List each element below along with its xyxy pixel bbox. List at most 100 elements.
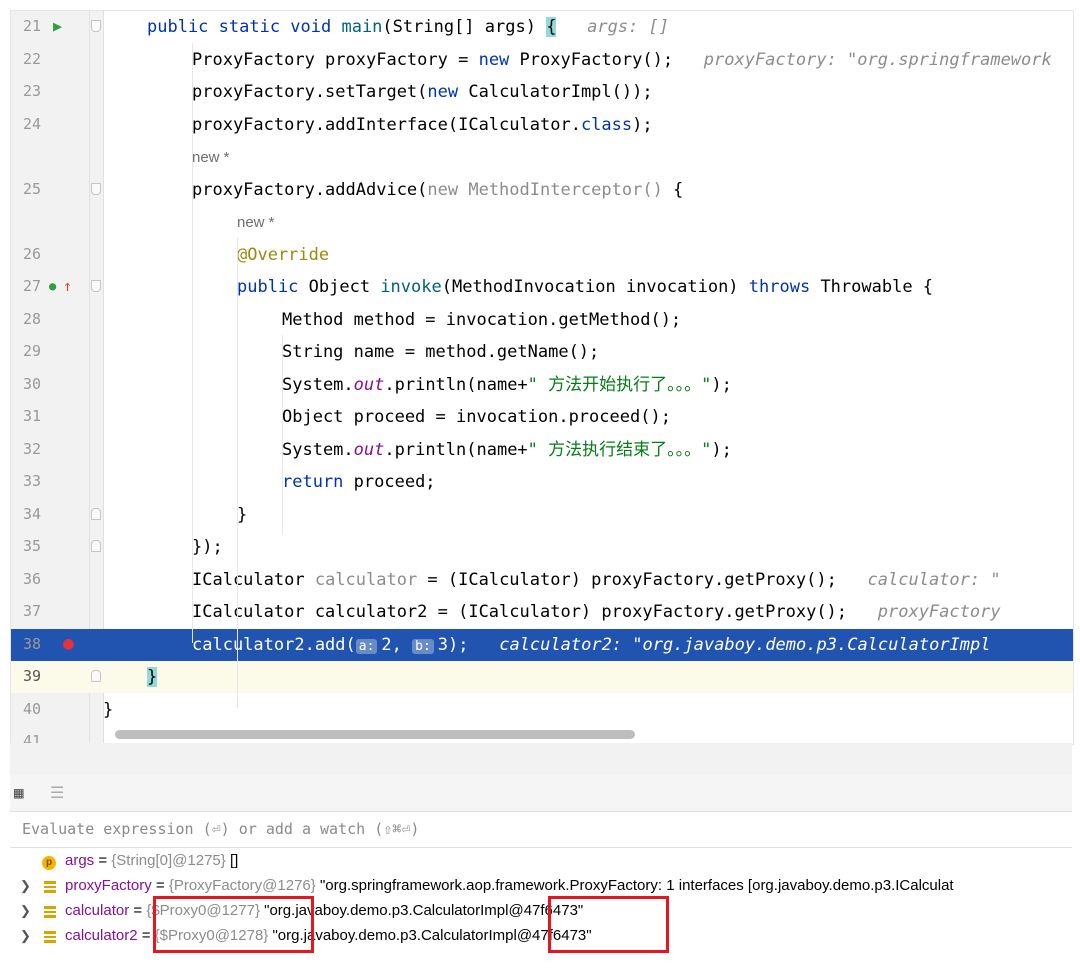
code-line[interactable]: 21 ▶ public static void main(String[] args…: [11, 11, 1073, 43]
fold-end-icon[interactable]: [91, 507, 101, 520]
line-number[interactable]: 37: [11, 602, 41, 620]
line-number[interactable]: 24: [11, 115, 41, 133]
code-line[interactable]: 33 return proceed;: [11, 466, 1073, 498]
code-line[interactable]: 36 ICalculator calculator = (ICalculator)…: [11, 564, 1073, 596]
variable-value: []: [229, 852, 239, 869]
code-line[interactable]: 26 @Override: [11, 239, 1073, 271]
code-token: System.: [282, 374, 354, 395]
line-number[interactable]: 27: [11, 277, 41, 295]
code-token: calculator: [314, 569, 418, 590]
code-line[interactable]: 37 ICalculator calculator2 = (ICalculator…: [11, 596, 1073, 628]
fold-marker-icon[interactable]: [91, 20, 101, 32]
code-token: main: [341, 17, 383, 37]
layout-icon[interactable]: ☰: [50, 783, 64, 802]
code-token: proxyFactory.addInterface(ICalculator.: [192, 114, 581, 135]
code-token: Object proceed = invocation.proceed();: [282, 407, 671, 427]
variable-text: args = {String[0]@1275} []: [65, 852, 238, 869]
code-line[interactable]: 24 proxyFactory.addInterface(ICalculator.…: [11, 109, 1073, 141]
line-number[interactable]: 35: [11, 537, 41, 555]
indent-guide: [192, 43, 193, 643]
line-number[interactable]: 32: [11, 440, 41, 458]
line-number[interactable]: 40: [11, 700, 41, 718]
code-line[interactable]: 23 proxyFactory.setTarget(new CalculatorI…: [11, 76, 1073, 108]
code-line[interactable]: 22 ProxyFactory proxyFactory = new ProxyF…: [11, 44, 1073, 76]
code-token: calculator2.add(: [192, 634, 356, 655]
implements-icon[interactable]: ●: [49, 277, 56, 295]
line-number[interactable]: 36: [11, 570, 41, 588]
equals-sign: =: [151, 877, 169, 894]
line-number[interactable]: 23: [11, 82, 41, 100]
code-text: ICalculator calculator2 = (ICalculator) …: [192, 602, 1001, 622]
variable-row[interactable]: p args = {String[0]@1275} []: [10, 849, 1072, 875]
run-icon[interactable]: ▶: [53, 17, 62, 35]
line-number[interactable]: 38: [11, 635, 41, 653]
line-number[interactable]: 28: [11, 310, 41, 328]
line-number[interactable]: 22: [11, 50, 41, 68]
expand-arrow-icon[interactable]: ❯: [20, 878, 31, 894]
indent-guide: [237, 238, 238, 708]
code-token: ProxyFactory();: [509, 49, 694, 70]
code-text: public static void main(String[] args) {…: [147, 17, 669, 37]
line-number[interactable]: 26: [11, 245, 41, 263]
fold-marker-icon[interactable]: [91, 182, 101, 195]
code-token: .println(name+: [384, 374, 528, 395]
code-token: 3);: [437, 634, 489, 655]
code-token: out: [353, 439, 385, 460]
code-token: new: [427, 82, 459, 102]
line-number[interactable]: 39: [11, 667, 41, 685]
inlay-hint-new: new *: [11, 141, 1073, 173]
code-token: CalculatorImpl());: [458, 82, 653, 102]
equals-sign: =: [94, 852, 112, 869]
code-line[interactable]: 28 Method method = invocation.getMethod()…: [11, 304, 1073, 336]
line-number[interactable]: 31: [11, 407, 41, 425]
code-token: ICalculator calculator2 = (ICalculator) …: [192, 602, 868, 622]
code-text: proxyFactory.setTarget(new CalculatorImp…: [192, 82, 653, 102]
code-token: throws: [748, 277, 811, 297]
code-line[interactable]: 32 System.out.println(name+" 方法执行结束了。。。")…: [11, 434, 1073, 466]
line-number[interactable]: 25: [11, 180, 41, 198]
equals-sign: =: [129, 902, 147, 919]
code-token: proxyFactory.addAdvice(: [192, 179, 428, 200]
code-text: }: [103, 700, 113, 720]
parameter-hint: b:: [412, 638, 434, 654]
code-line[interactable]: 38 ● calculator2.add(a: 2, b: 3); calculator…: [11, 628, 1073, 661]
line-number[interactable]: 21: [11, 17, 41, 35]
code-text: Method method = invocation.getMethod();: [282, 310, 681, 330]
inlay-new-label: new *: [237, 214, 275, 231]
expand-arrow-icon[interactable]: ❯: [20, 903, 31, 919]
fold-end-icon[interactable]: [91, 540, 101, 552]
fold-end-icon[interactable]: [91, 670, 101, 682]
code-text: ICalculator calculator = (ICalculator) p…: [192, 570, 1001, 590]
line-number[interactable]: 33: [11, 472, 41, 490]
code-line[interactable]: 40}: [11, 694, 1073, 726]
evaluate-expression-field[interactable]: Evaluate expression (⏎) or add a watch (…: [10, 811, 1072, 848]
code-token: out: [353, 374, 385, 395]
code-token: new MethodInterceptor(): [427, 179, 663, 200]
breakpoint-icon[interactable]: ●: [63, 634, 74, 653]
field-icon: [44, 905, 56, 922]
code-line[interactable]: 34}: [11, 499, 1073, 531]
line-number[interactable]: 34: [11, 505, 41, 523]
line-number[interactable]: 30: [11, 375, 41, 393]
table-view-icon[interactable]: ▦: [14, 783, 24, 802]
code-line[interactable]: 35});: [11, 531, 1073, 563]
code-line[interactable]: 27 ● ↑ public Object invoke(MethodInvocatio…: [11, 271, 1073, 303]
code-editor[interactable]: 21 ▶ public static void main(String[] args…: [10, 10, 1074, 745]
inline-debug-value: calculator2: "org.javaboy.demo.p3.Calcul…: [488, 634, 991, 655]
code-line[interactable]: 29 String name = method.getName();: [11, 336, 1073, 368]
code-line[interactable]: 25 proxyFactory.addAdvice(new MethodInter…: [11, 174, 1073, 206]
code-token: Throwable {: [810, 277, 934, 297]
overrides-arrow-icon[interactable]: ↑: [63, 277, 72, 295]
inline-debug-value: calculator: ": [857, 569, 1001, 590]
code-token: }: [147, 667, 158, 687]
code-line[interactable]: 39}: [11, 661, 1073, 693]
code-line[interactable]: 31 Object proceed = invocation.proceed();: [11, 401, 1073, 433]
line-number[interactable]: 29: [11, 342, 41, 360]
code-line[interactable]: 30 System.out.println(name+" 方法开始执行了。。。")…: [11, 369, 1073, 401]
fold-marker-icon[interactable]: [91, 280, 101, 292]
indent-guide: [282, 335, 283, 535]
code-token: invoke: [380, 277, 442, 297]
variables-toolbar: ▦ ☰: [10, 775, 1072, 812]
horizontal-scrollbar[interactable]: [115, 730, 635, 739]
expand-arrow-icon[interactable]: ❯: [20, 928, 31, 944]
